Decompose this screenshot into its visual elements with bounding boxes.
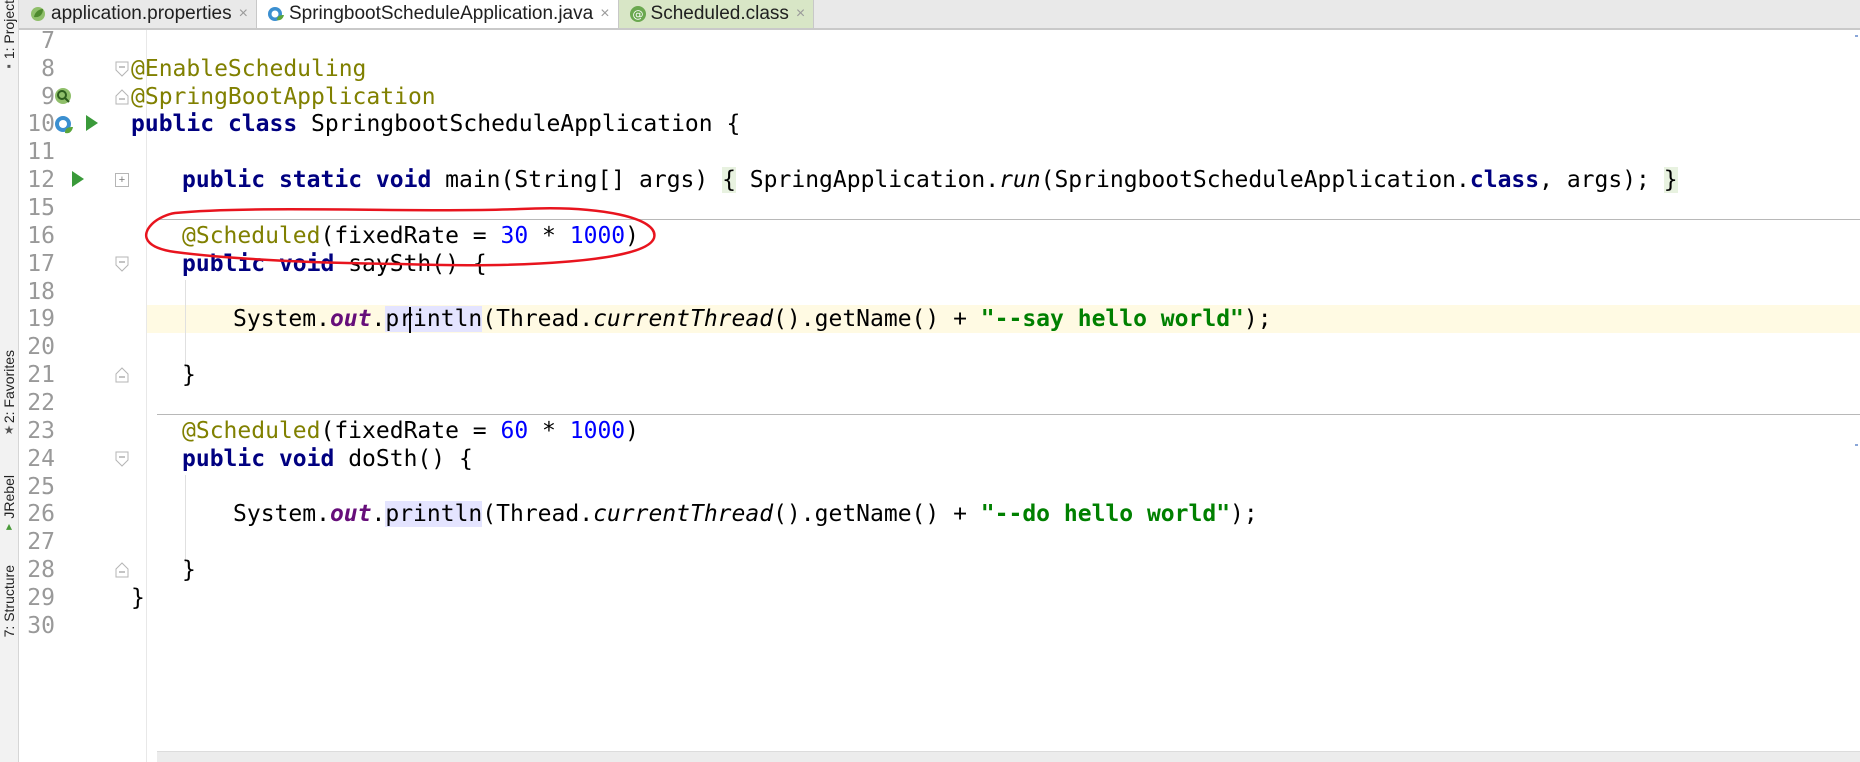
fold-end-icon[interactable]: [115, 89, 129, 110]
spring-bean-icon[interactable]: [53, 86, 73, 111]
static-field-token: out: [329, 306, 372, 332]
code-token: System.: [233, 501, 330, 527]
fold-marker-icon[interactable]: [115, 256, 129, 277]
keyword-token: public: [182, 446, 266, 472]
annotation-token: @Scheduled: [182, 223, 321, 249]
static-method-token: run: [999, 167, 1041, 193]
keyword-token: class: [1469, 167, 1540, 193]
code-line-30[interactable]: 30: [0, 610, 1860, 643]
code-token: }: [131, 585, 145, 611]
error-stripe-mark[interactable]: [1855, 444, 1858, 446]
code-token: ().getName() +: [773, 306, 981, 332]
number-token: 30: [500, 223, 529, 249]
tab-application-properties[interactable]: application.properties ×: [19, 0, 257, 28]
folded-brace[interactable]: }: [1663, 167, 1678, 193]
static-field-token: out: [329, 501, 372, 527]
code-token: *: [528, 223, 570, 249]
number-token: 1000: [569, 223, 626, 249]
keyword-token: static: [278, 167, 363, 193]
static-method-token: currentThread: [593, 306, 774, 332]
close-icon[interactable]: ×: [239, 5, 248, 23]
keyword-token: class: [227, 111, 298, 137]
code-token: saySth() {: [334, 251, 487, 277]
code-token: ): [625, 418, 639, 444]
code-token: .: [371, 501, 386, 527]
code-token: ): [625, 223, 639, 249]
tab-label: Scheduled.class: [650, 3, 789, 24]
fold-end-icon[interactable]: [115, 562, 129, 583]
code-token: }: [182, 557, 196, 583]
code-token: (Thread.: [482, 306, 594, 332]
code-token: SpringApplication.: [735, 167, 1000, 193]
string-literal: "--do hello world": [980, 501, 1231, 527]
keyword-token: void: [278, 446, 335, 472]
close-icon[interactable]: ×: [796, 5, 805, 23]
keyword-token: public: [182, 251, 266, 277]
annotation-token: @Scheduled: [182, 418, 321, 444]
number-token: 60: [500, 418, 529, 444]
tab-label: SpringbootScheduleApplication.java: [288, 3, 594, 24]
close-icon[interactable]: ×: [600, 5, 609, 23]
keyword-token: void: [278, 251, 335, 277]
code-token: .: [371, 306, 386, 332]
keyword-token: public: [182, 167, 266, 193]
keyword-token: public: [131, 111, 215, 137]
static-method-token: currentThread: [593, 501, 774, 527]
string-literal: "--say hello world": [980, 306, 1244, 332]
method-token-part: ntln: [426, 306, 483, 332]
text-caret: [409, 307, 411, 333]
line-number: 30: [27, 613, 55, 639]
spring-class-icon: [267, 5, 285, 23]
code-token: SpringbootScheduleApplication {: [297, 111, 741, 137]
svg-text:@: @: [632, 8, 643, 21]
code-token: System.: [233, 306, 330, 332]
code-token: ().getName() +: [773, 501, 981, 527]
highlighted-usage: println: [385, 306, 483, 332]
method-token-part: pri: [385, 306, 427, 332]
code-token: *: [528, 418, 570, 444]
spring-run-icon[interactable]: [53, 114, 75, 141]
folded-brace[interactable]: {: [722, 167, 736, 193]
number-token: 1000: [569, 418, 626, 444]
error-stripe-mark[interactable]: [1855, 35, 1858, 37]
code-token: doSth() {: [334, 446, 473, 472]
tab-label: application.properties: [51, 3, 232, 24]
code-token: main(String[] args): [431, 167, 723, 193]
fold-marker-icon[interactable]: [115, 61, 129, 82]
code-token: (fixedRate =: [320, 223, 501, 249]
tab-springboot-schedule-application[interactable]: SpringbootScheduleApplication.java ×: [256, 0, 619, 28]
expand-fold-icon[interactable]: +: [115, 173, 129, 187]
fold-end-icon[interactable]: [115, 367, 129, 388]
code-token: (Thread.: [482, 501, 594, 527]
code-token: );: [1230, 501, 1258, 527]
highlighted-usage: println: [385, 501, 483, 527]
spring-leaf-icon: [29, 5, 47, 23]
code-token: }: [182, 362, 196, 388]
annotation-class-icon: @: [629, 5, 647, 23]
tab-scheduled-class[interactable]: @ Scheduled.class ×: [618, 0, 815, 28]
annotation-token: @EnableScheduling: [131, 56, 367, 82]
annotation-token: @SpringBootApplication: [131, 84, 436, 110]
run-icon[interactable]: [70, 169, 86, 194]
code-token: (SpringbootScheduleApplication.: [1040, 167, 1470, 193]
keyword-token: void: [375, 167, 432, 193]
code-token: );: [1243, 306, 1272, 332]
code-token: , args);: [1539, 167, 1664, 193]
horizontal-scrollbar[interactable]: [157, 751, 1860, 762]
code-token: (fixedRate =: [320, 418, 501, 444]
run-icon[interactable]: [84, 113, 100, 138]
fold-marker-icon[interactable]: [115, 451, 129, 472]
